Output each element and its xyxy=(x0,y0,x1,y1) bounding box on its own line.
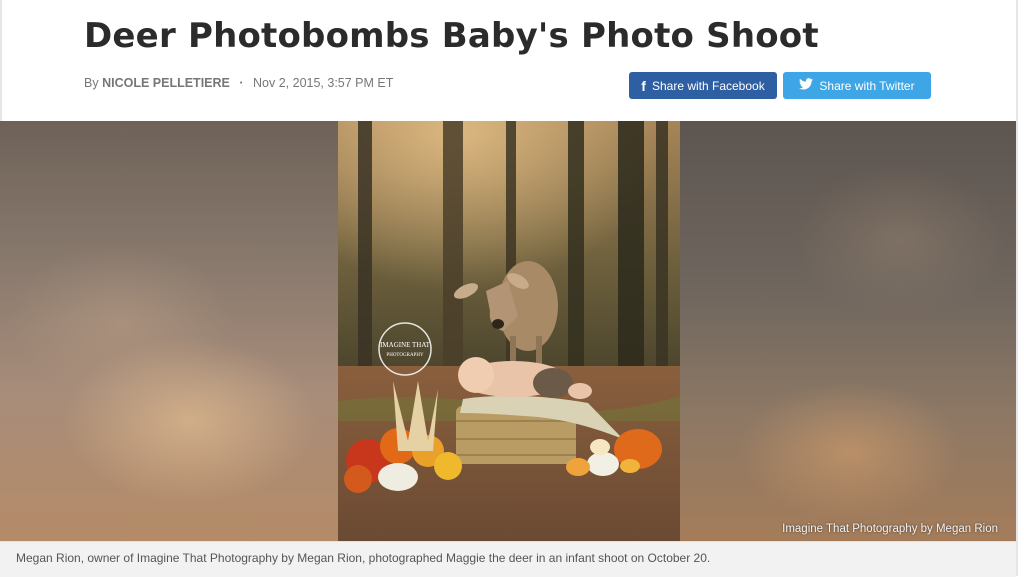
watermark-line1: IMAGINE THAT xyxy=(380,341,431,349)
twitter-bird-icon xyxy=(799,78,814,93)
photo-credit: Imagine That Photography by Megan Rion xyxy=(782,523,998,535)
share-facebook-label: Share with Facebook xyxy=(651,78,765,93)
photo-caption-text: Megan Rion, owner of Imagine That Photog… xyxy=(16,551,711,565)
byline-separator: · xyxy=(239,76,244,90)
watermark-line2: PHOTOGRAPHY xyxy=(386,353,424,358)
blurred-background-right xyxy=(680,121,1016,541)
share-twitter-label: Share with Twitter xyxy=(819,78,915,93)
share-facebook-button[interactable]: f Share with Facebook xyxy=(629,72,777,99)
photo-caption: Megan Rion, owner of Imagine That Photog… xyxy=(0,541,1016,577)
facebook-icon: f xyxy=(641,77,646,94)
share-twitter-button[interactable]: Share with Twitter xyxy=(783,72,931,99)
author-link[interactable]: NICOLE PELLETIERE xyxy=(102,76,230,90)
article-photo[interactable]: IMAGINE THAT PHOTOGRAPHY xyxy=(338,121,680,541)
article-title: Deer Photobombs Baby's Photo Shoot xyxy=(84,16,819,56)
page-right-border xyxy=(1016,0,1018,576)
blurred-background-left xyxy=(0,121,338,541)
publish-date: Nov 2, 2015, 3:57 PM ET xyxy=(253,76,394,90)
hero-image-area: IMAGINE THAT PHOTOGRAPHY Imagine That Ph… xyxy=(0,121,1016,541)
article-byline: By NICOLE PELLETIERE · Nov 2, 2015, 3:57… xyxy=(84,76,393,90)
byline-prefix: By xyxy=(84,76,99,90)
